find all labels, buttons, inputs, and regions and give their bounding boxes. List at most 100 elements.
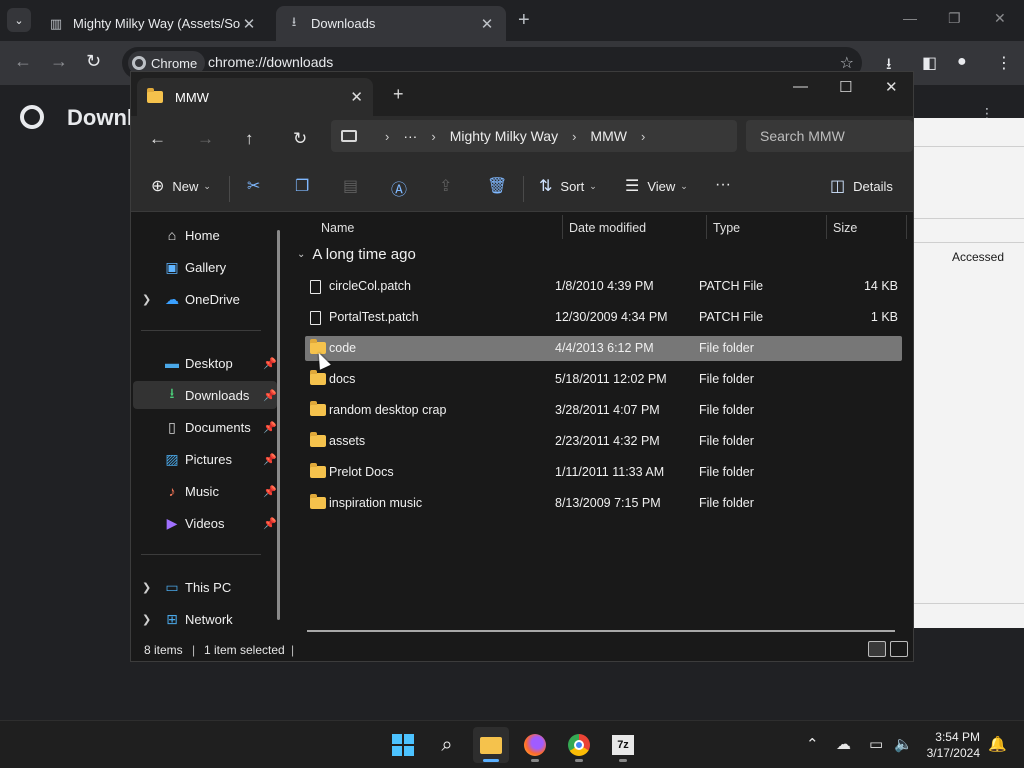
close-window-icon[interactable]: ✕: [994, 10, 1006, 27]
nav-item-downloads[interactable]: ⭳ Downloads 📌: [133, 381, 277, 409]
url-text[interactable]: chrome://downloads: [208, 54, 333, 70]
notification-bell-icon[interactable]: 🔔: [988, 735, 1007, 753]
search-button[interactable]: ⌕: [429, 727, 465, 763]
paste-button[interactable]: ▤: [343, 176, 366, 196]
tiles-view-icon[interactable]: [890, 641, 908, 657]
file-row[interactable]: random desktop crap 3/28/2011 4:07 PM Fi…: [305, 398, 902, 423]
column-divider[interactable]: [562, 215, 563, 239]
file-row[interactable]: Prelot Docs 1/11/2011 11:33 AM File fold…: [305, 460, 902, 485]
chrome-tab-downloads[interactable]: ⭳ Downloads ✕: [276, 6, 506, 41]
chevron-right-icon[interactable]: ›: [572, 129, 576, 144]
expand-chevron-icon[interactable]: ❯: [142, 613, 151, 626]
chevron-right-icon[interactable]: ›: [385, 129, 389, 144]
file-row-selected[interactable]: code 4/4/2013 6:12 PM File folder: [305, 336, 902, 361]
close-tab-icon[interactable]: ✕: [350, 88, 363, 106]
file-row[interactable]: circleCol.patch 1/8/2010 4:39 PM PATCH F…: [305, 274, 902, 299]
group-header[interactable]: ⌄ A long time ago: [297, 246, 416, 263]
share-button[interactable]: ⇪: [439, 176, 460, 196]
new-button[interactable]: ⊕ New ⌄: [151, 176, 211, 196]
column-divider[interactable]: [906, 215, 907, 239]
column-header-name[interactable]: Name: [321, 213, 354, 243]
taskbar-file-explorer[interactable]: [473, 727, 509, 763]
chrome-tab-github[interactable]: ▥ Mighty Milky Way (Assets/Sounds) ✕: [38, 6, 268, 41]
delete-button[interactable]: 🗑: [487, 176, 515, 196]
onedrive-icon[interactable]: ☁: [836, 735, 851, 753]
file-row[interactable]: inspiration music 8/13/2009 7:15 PM File…: [305, 491, 902, 516]
nav-item-network[interactable]: ❯ ⊞ Network: [133, 605, 277, 633]
profile-icon[interactable]: ●: [957, 53, 967, 71]
back-icon[interactable]: ←: [149, 129, 166, 149]
file-row[interactable]: docs 5/18/2011 12:02 PM File folder: [305, 367, 902, 392]
forward-icon[interactable]: →: [197, 129, 214, 149]
minimize-icon[interactable]: —: [903, 10, 917, 26]
file-date: 2/23/2011 4:32 PM: [555, 434, 660, 448]
nav-item-desktop[interactable]: ▬ Desktop 📌: [133, 349, 277, 377]
start-button[interactable]: [385, 727, 421, 763]
rename-button[interactable]: Ⓐ: [391, 176, 415, 200]
clock[interactable]: 3:54 PM 3/17/2024: [927, 729, 980, 761]
chevron-right-icon[interactable]: ›: [641, 129, 645, 144]
copy-button[interactable]: ❐: [295, 176, 317, 196]
more-options-button[interactable]: ···: [715, 176, 731, 194]
nav-scrollbar[interactable]: [277, 230, 280, 620]
menu-icon[interactable]: ⋮: [996, 53, 1012, 73]
column-header-type[interactable]: Type: [713, 213, 740, 243]
nav-label: Network: [185, 611, 233, 627]
close-window-icon[interactable]: ✕: [885, 78, 898, 96]
refresh-icon[interactable]: ↻: [293, 129, 307, 149]
view-button[interactable]: ☰ View ⌄: [625, 176, 688, 196]
cut-button[interactable]: ✂: [247, 176, 268, 196]
new-tab-button[interactable]: +: [393, 84, 404, 105]
sort-button[interactable]: ⇅ Sort ⌄: [539, 176, 597, 196]
tab-search-button[interactable]: ⌄: [7, 8, 31, 32]
taskbar-7zip[interactable]: 7z: [605, 727, 641, 763]
nav-item-gallery[interactable]: ▣ Gallery: [133, 253, 277, 281]
breadcrumb-item[interactable]: Mighty Milky Way: [450, 128, 558, 144]
column-divider[interactable]: [826, 215, 827, 239]
taskbar-chrome[interactable]: [561, 727, 597, 763]
details-view-icon[interactable]: [868, 641, 886, 657]
nav-label: This PC: [185, 579, 232, 595]
side-panel-icon[interactable]: ◧: [922, 53, 937, 73]
column-header-date[interactable]: Date modified: [569, 213, 646, 243]
new-tab-button[interactable]: +: [518, 9, 530, 32]
up-icon[interactable]: ↑: [245, 129, 254, 149]
nav-item-music[interactable]: ♪ Music 📌: [133, 477, 278, 505]
close-icon[interactable]: ✕: [240, 15, 258, 33]
chrome-logo-icon: [132, 56, 146, 70]
breadcrumb-ellipsis[interactable]: ···: [403, 128, 417, 144]
chevron-right-icon[interactable]: ›: [431, 129, 435, 144]
network-icon[interactable]: ▭: [869, 735, 883, 753]
maximize-icon[interactable]: ☐: [839, 78, 852, 96]
breadcrumb[interactable]: › ··· › Mighty Milky Way › MMW ›: [331, 120, 737, 152]
reload-icon[interactable]: ↻: [86, 51, 101, 72]
file-row[interactable]: assets 2/23/2011 4:32 PM File folder: [305, 429, 902, 454]
expand-chevron-icon[interactable]: ❯: [142, 581, 151, 594]
restore-icon[interactable]: ❐: [948, 10, 961, 27]
chevron-up-icon[interactable]: ⌃: [806, 735, 819, 753]
chrome-tab-title: Mighty Milky Way (Assets/Sounds): [73, 16, 240, 31]
close-icon[interactable]: ✕: [478, 15, 496, 33]
volume-icon[interactable]: 🔈: [894, 735, 913, 753]
minimize-icon[interactable]: —: [793, 78, 808, 95]
column-divider[interactable]: [706, 215, 707, 239]
search-input[interactable]: [746, 120, 913, 152]
expand-chevron-icon[interactable]: ❯: [142, 293, 151, 306]
details-button[interactable]: ◫ Details: [830, 176, 893, 196]
nav-item-onedrive[interactable]: ❯ ☁ OneDrive: [133, 285, 277, 313]
horizontal-scrollbar[interactable]: [307, 630, 895, 632]
back-icon[interactable]: ←: [14, 51, 32, 72]
column-header-size[interactable]: Size: [833, 213, 857, 243]
nav-item-documents[interactable]: ▯ Documents 📌: [133, 413, 277, 441]
nav-item-this-pc[interactable]: ❯ ▭ This PC: [133, 573, 277, 601]
file-row[interactable]: PortalTest.patch 12/30/2009 4:34 PM PATC…: [305, 305, 902, 330]
forward-icon[interactable]: →: [50, 51, 68, 72]
bookmark-star-icon[interactable]: ☆: [840, 53, 854, 73]
column-header-accessed[interactable]: Accessed: [952, 250, 1004, 264]
nav-item-home[interactable]: ⌂ Home: [133, 221, 277, 249]
breadcrumb-item[interactable]: MMW: [590, 128, 627, 144]
nav-item-pictures[interactable]: ▨ Pictures 📌: [133, 445, 277, 473]
nav-item-videos[interactable]: ▶ Videos 📌: [133, 509, 277, 537]
explorer-tab[interactable]: MMW ✕: [137, 78, 373, 116]
taskbar-firefox[interactable]: [517, 727, 553, 763]
